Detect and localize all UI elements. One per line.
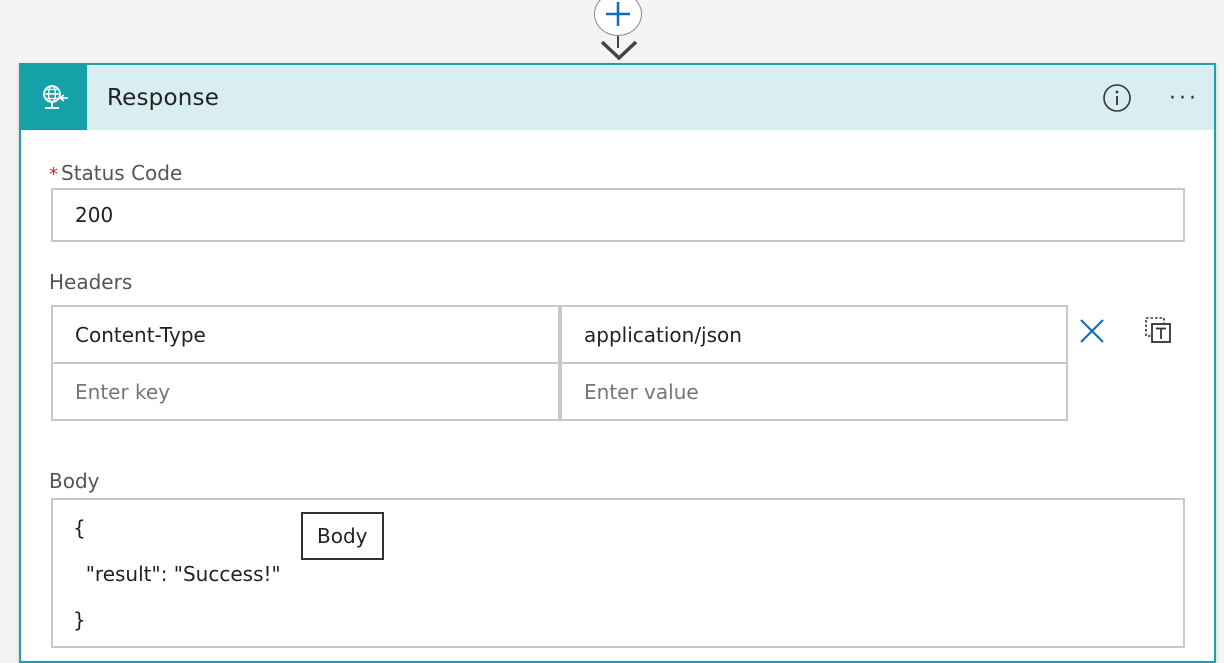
switch-to-text-mode-button[interactable]	[1141, 313, 1175, 347]
globe-response-icon	[43, 84, 68, 109]
headers-label: Headers	[49, 270, 133, 294]
header-value-input[interactable]: application/json	[560, 305, 1068, 364]
new-header-value-placeholder: Enter value	[584, 379, 699, 404]
new-header-key-input[interactable]: Enter key	[51, 362, 560, 421]
add-step-button[interactable]	[594, 0, 642, 36]
status-code-label-text: Status Code	[61, 161, 183, 185]
status-code-value: 200	[75, 203, 114, 227]
text-mode-icon	[1145, 317, 1171, 343]
more-options-button[interactable]: ···	[1162, 81, 1206, 115]
body-line: "result": "Success!"	[73, 562, 281, 586]
info-icon	[1103, 84, 1131, 112]
more-icon: ···	[1169, 85, 1199, 111]
card-header[interactable]: Response ···	[21, 65, 1214, 130]
status-code-label: * Status Code	[49, 161, 182, 185]
card-title: Response	[107, 84, 220, 111]
required-marker: *	[49, 164, 58, 185]
close-icon	[1080, 319, 1104, 343]
body-label: Body	[49, 469, 100, 493]
header-icon-box	[21, 65, 87, 130]
delete-header-row-button[interactable]	[1076, 315, 1108, 347]
header-value-value: application/json	[584, 322, 742, 347]
status-code-input[interactable]: 200	[51, 188, 1185, 242]
body-dynamic-token[interactable]: Body	[301, 512, 384, 560]
info-button[interactable]	[1102, 83, 1132, 113]
new-header-key-placeholder: Enter key	[75, 379, 171, 404]
body-line: {	[73, 516, 86, 540]
body-line: }	[73, 608, 86, 632]
new-header-value-input[interactable]: Enter value	[560, 362, 1068, 421]
arrow-down-icon	[600, 40, 638, 61]
header-key-input[interactable]: Content-Type	[51, 305, 560, 364]
body-editor[interactable]: { "result": "Success!" } Body	[51, 498, 1185, 648]
header-key-value: Content-Type	[75, 322, 206, 347]
response-action-card: Response ··· * Status Code 200 Headers Co…	[19, 63, 1216, 663]
plus-icon	[606, 2, 630, 26]
